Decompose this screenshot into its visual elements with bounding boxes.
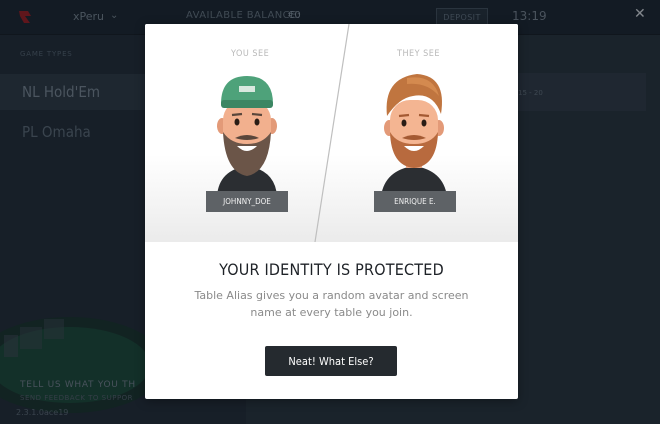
modal-description: Table Alias gives you a random avatar an… [194, 289, 469, 319]
poker-app: xPeru ⌄ AVAILABLE BALANCE: €0 DEPOSIT 13… [0, 0, 660, 424]
neat-what-else-button[interactable]: Neat! What Else? [265, 346, 397, 376]
alias-name-tag-you: JOHNNY_DOE [206, 191, 288, 212]
modal-title: YOUR IDENTITY IS PROTECTED [219, 260, 444, 279]
avatar-johnny-icon [217, 76, 277, 196]
you-see-label: YOU SEE [231, 49, 270, 59]
they-see-label: THEY SEE [397, 49, 441, 59]
avatar-comparison: YOU SEE THEY SEE JOHNNY_DOE ENRIQUE E. [145, 24, 518, 242]
alias-name-tag-they: ENRIQUE E. [374, 191, 456, 212]
diagonal-divider [314, 24, 350, 242]
avatar-enrique-icon [381, 74, 447, 196]
table-alias-modal: YOU SEE THEY SEE JOHNNY_DOE ENRIQUE E. Y… [145, 24, 518, 399]
